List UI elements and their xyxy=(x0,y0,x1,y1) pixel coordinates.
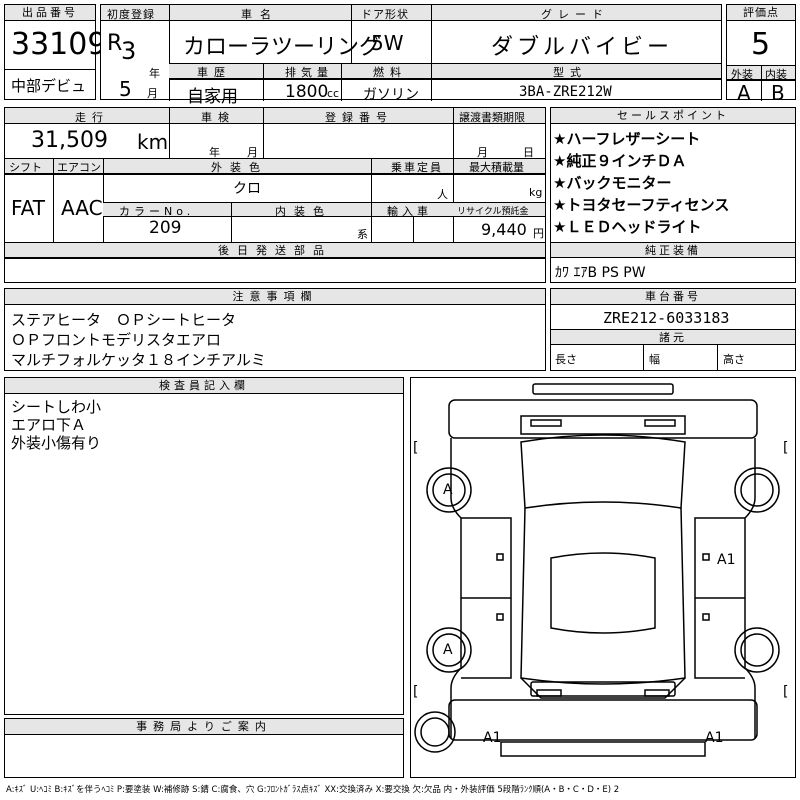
inspector-box: 検査員記入欄 シートしわ小 エアロ下Ａ 外装小傷有り xyxy=(4,377,404,715)
lot-number: 33109 xyxy=(11,27,107,62)
name-header: 車名 xyxy=(241,8,279,21)
ac-header: エアコン xyxy=(57,161,101,174)
damage-tire-front-left: A xyxy=(443,482,453,498)
later-parts-header: 後日発送部品 xyxy=(5,243,545,258)
capacity-unit: 人 xyxy=(437,188,448,201)
dealer-name: 中部デビュ xyxy=(11,77,87,95)
fuel-value: ガソリン xyxy=(363,87,419,103)
chassis-header: 車台番号 xyxy=(551,289,795,305)
dims-height: 高さ xyxy=(723,353,745,366)
car-name: カローラツーリング xyxy=(183,35,382,60)
damage-tire-rear-left: A xyxy=(443,642,453,658)
history-header: 車歴 xyxy=(197,66,231,79)
capacity-header: 乗車定員 xyxy=(391,161,443,174)
bracket-left-bottom: [ xyxy=(413,684,419,700)
ac-value: AAC xyxy=(61,196,103,220)
dims-width: 幅 xyxy=(649,353,660,366)
colorno-value: 209 xyxy=(149,218,182,238)
inspection-header: 車検 xyxy=(201,111,235,124)
chassis-box: 車台番号 ZRE212-6033183 諸元 長さ 幅 高さ xyxy=(550,288,796,371)
notes-line: マルチフォルケッタ１８インチアルミ xyxy=(11,351,266,369)
equip-value: ｶﾜ ｴｱB PS PW xyxy=(555,265,646,281)
ext-score: A xyxy=(737,81,751,105)
notes-box: 注意事項欄 ステアヒータ ＯＰシートヒータ ＯＰフロントモデリスタエアロ マルチ… xyxy=(4,288,546,371)
notes-line: ステアヒータ ＯＰシートヒータ xyxy=(11,311,237,329)
sales-box: セールスポイント ★ハーフレザーシート ★純正９インチＤＡ ★バックモニター ★… xyxy=(550,107,796,283)
mileage-unit: km xyxy=(137,130,169,154)
cc-unit: cc xyxy=(327,87,340,100)
model-header: 型式 xyxy=(553,66,587,79)
mileage-value: 31,509 xyxy=(31,128,108,153)
bracket-right-bottom: [ xyxy=(783,684,789,700)
damage-bumper-rear-right: A1 xyxy=(705,730,724,746)
first-reg-header: 初度登録 xyxy=(107,8,155,21)
office-box: 事務局よりご案内 xyxy=(4,718,404,778)
cc-value: 1800 xyxy=(285,82,329,102)
lot-box: 出品番号 33109 中部デビュ xyxy=(4,4,106,100)
damage-diagram: [ [ [ [ A A A1 A1 A1 xyxy=(410,377,796,778)
inspector-line: 外装小傷有り xyxy=(11,434,102,452)
sales-item: ★ハーフレザーシート xyxy=(553,130,701,148)
first-reg-month: 5 xyxy=(119,77,132,101)
docs-header: 譲渡書類期限 xyxy=(459,111,525,124)
year-unit: 年 xyxy=(149,67,160,80)
month-unit: 月 xyxy=(147,87,158,100)
bracket-right-top: [ xyxy=(783,440,789,456)
sales-item: ★純正９インチＤＡ xyxy=(553,152,687,170)
cc-header: 排気量 xyxy=(285,66,333,79)
bracket-left-top: [ xyxy=(413,440,419,456)
damage-side-right: A1 xyxy=(717,552,736,568)
sales-item: ★ＬＥＤヘッドライト xyxy=(553,218,702,236)
shift-value: FAT xyxy=(11,196,46,220)
score-value: 5 xyxy=(751,27,771,62)
car-outline xyxy=(414,383,780,757)
color-value: クロ xyxy=(233,181,261,197)
door-type: 5W xyxy=(371,31,404,55)
damage-legend: A:ｷｽﾞ U:ﾍｺﾐ B:ｷｽﾞを伴うﾍｺﾐ P:要塗装 W:補修跡 S:錆 … xyxy=(6,785,620,795)
recycle-unit: 円 xyxy=(533,227,544,240)
fuel-header: 燃料 xyxy=(373,66,407,79)
sales-item: ★トヨタセーフティセンス xyxy=(553,196,730,214)
chassis-value: ZRE212-6033183 xyxy=(603,309,730,327)
lot-header: 出品番号 xyxy=(5,5,95,21)
sales-header: セールスポイント xyxy=(551,108,795,124)
notes-line: ＯＰフロントモデリスタエアロ xyxy=(11,331,222,349)
door-header: ドア形状 xyxy=(361,8,409,21)
regno-header: 登録番号 xyxy=(325,111,393,124)
intcolor-unit: 系 xyxy=(357,228,368,241)
history-value: 自家用 xyxy=(187,87,238,107)
load-unit: kg xyxy=(529,186,543,199)
load-header: 最大積載量 xyxy=(469,161,524,174)
vehicle-info-box: 初度登録 車名 ドア形状 グレード R 3 年 5 月 カローラツーリング 5W… xyxy=(100,4,722,107)
grade-header: グレード xyxy=(541,8,609,21)
equip-header: 純正装備 xyxy=(551,243,795,258)
grade-name: ダブルバイビー xyxy=(491,35,674,60)
color-header: 外装色 xyxy=(211,161,268,174)
inspector-header: 検査員記入欄 xyxy=(5,378,403,394)
dims-length: 長さ xyxy=(555,353,577,366)
sales-item: ★バックモニター xyxy=(553,174,672,192)
model-value: 3BA-ZRE212W xyxy=(519,84,612,100)
int-score: B xyxy=(771,81,785,105)
recycle-value: 9,440 xyxy=(481,220,527,239)
score-header: 評価点 xyxy=(727,5,795,21)
office-header: 事務局よりご案内 xyxy=(5,719,403,735)
shift-header: シフト xyxy=(9,161,42,174)
first-reg-year: 3 xyxy=(121,37,137,65)
dims-header: 諸元 xyxy=(551,330,795,345)
score-box: 評価点 5 外装 内装 A B xyxy=(726,4,796,105)
damage-bumper-rear-left: A1 xyxy=(483,730,502,746)
details-box: 走行 車検 登録番号 譲渡書類期限 31,509 km 年 月 月 日 シフト … xyxy=(4,107,546,283)
mileage-header: 走行 xyxy=(75,111,109,124)
notes-header: 注意事項欄 xyxy=(5,289,545,305)
era-label: R xyxy=(107,31,123,56)
